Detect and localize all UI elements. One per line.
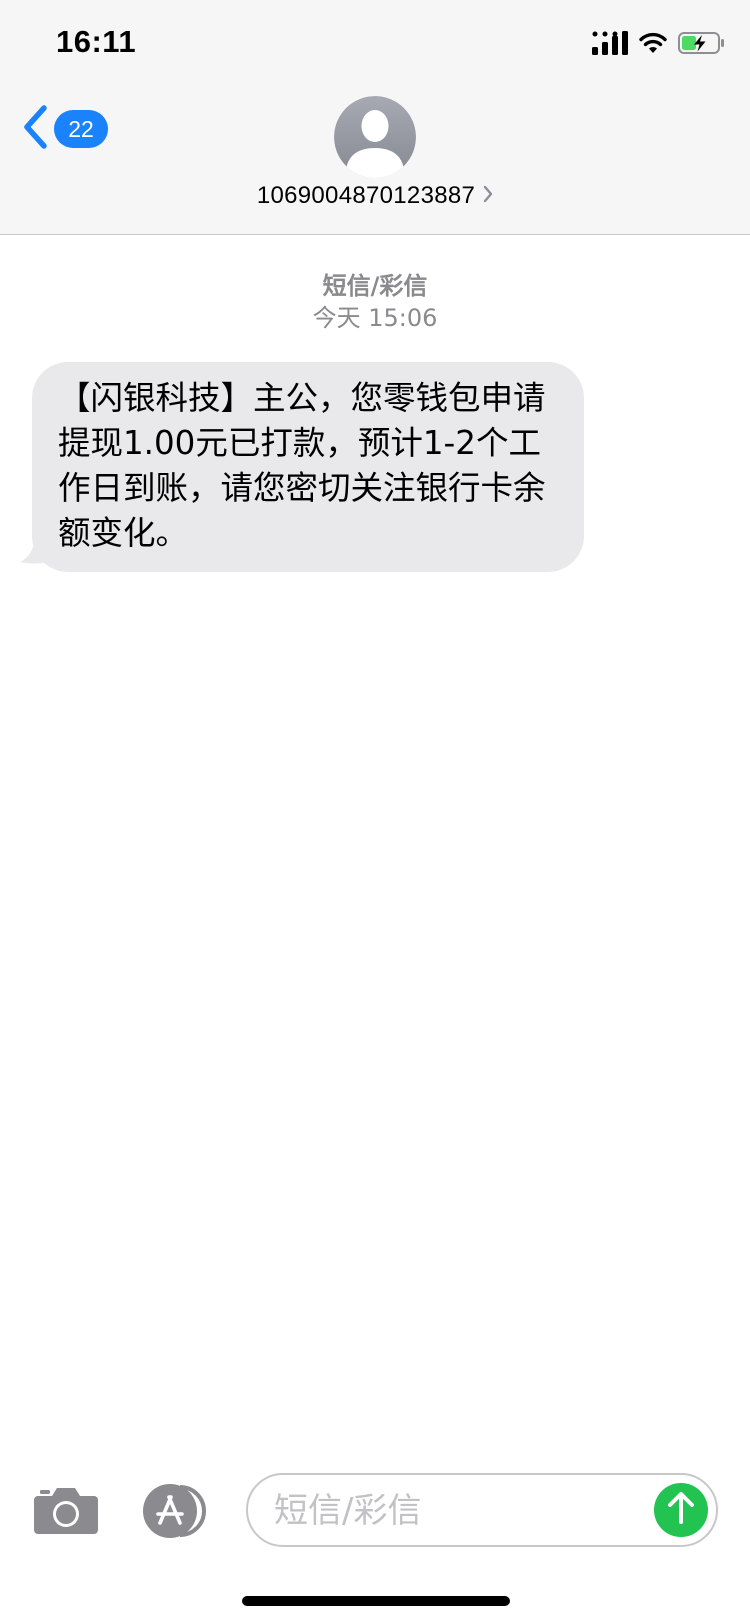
home-indicator[interactable] (242, 1596, 510, 1606)
chevron-right-icon (483, 185, 493, 207)
app-store-icon (140, 1484, 212, 1543)
cellular-signal-icon (592, 31, 628, 59)
camera-icon (34, 1488, 98, 1538)
send-button[interactable] (654, 1483, 708, 1537)
compose-field (246, 1473, 718, 1547)
arrow-up-icon (665, 1491, 697, 1529)
incoming-message-bubble[interactable]: 【闪银科技】主公，您零钱包申请提现1.00元已打款，预计1-2个工作日到账，请您… (32, 362, 584, 572)
message-type-label: 短信/彩信 (322, 272, 428, 300)
thread-header: 短信/彩信 今天 15:06 (0, 270, 750, 334)
contact-details-link[interactable]: 1069004870123887 (0, 182, 750, 210)
chevron-left-icon (22, 105, 48, 153)
back-button[interactable]: 22 (22, 104, 108, 154)
app-store-button[interactable] (140, 1483, 212, 1539)
person-silhouette-icon (334, 96, 416, 178)
contact-number: 1069004870123887 (256, 182, 476, 209)
status-time: 16:11 (56, 24, 137, 59)
contact-avatar[interactable] (334, 96, 416, 178)
camera-button[interactable] (34, 1486, 98, 1534)
battery-charging-icon (678, 31, 726, 59)
message-timestamp: 今天 15:06 (312, 304, 438, 332)
messages-screen: 16:11 22 1069004870123887 短信/彩信 今天 15:06… (0, 0, 750, 1624)
bubble-tail (18, 540, 48, 572)
unread-count-badge: 22 (54, 110, 108, 148)
status-icons (592, 28, 726, 62)
conversation-header: 16:11 22 1069004870123887 (0, 0, 750, 235)
wifi-icon (638, 31, 668, 59)
message-input[interactable] (272, 1475, 636, 1547)
